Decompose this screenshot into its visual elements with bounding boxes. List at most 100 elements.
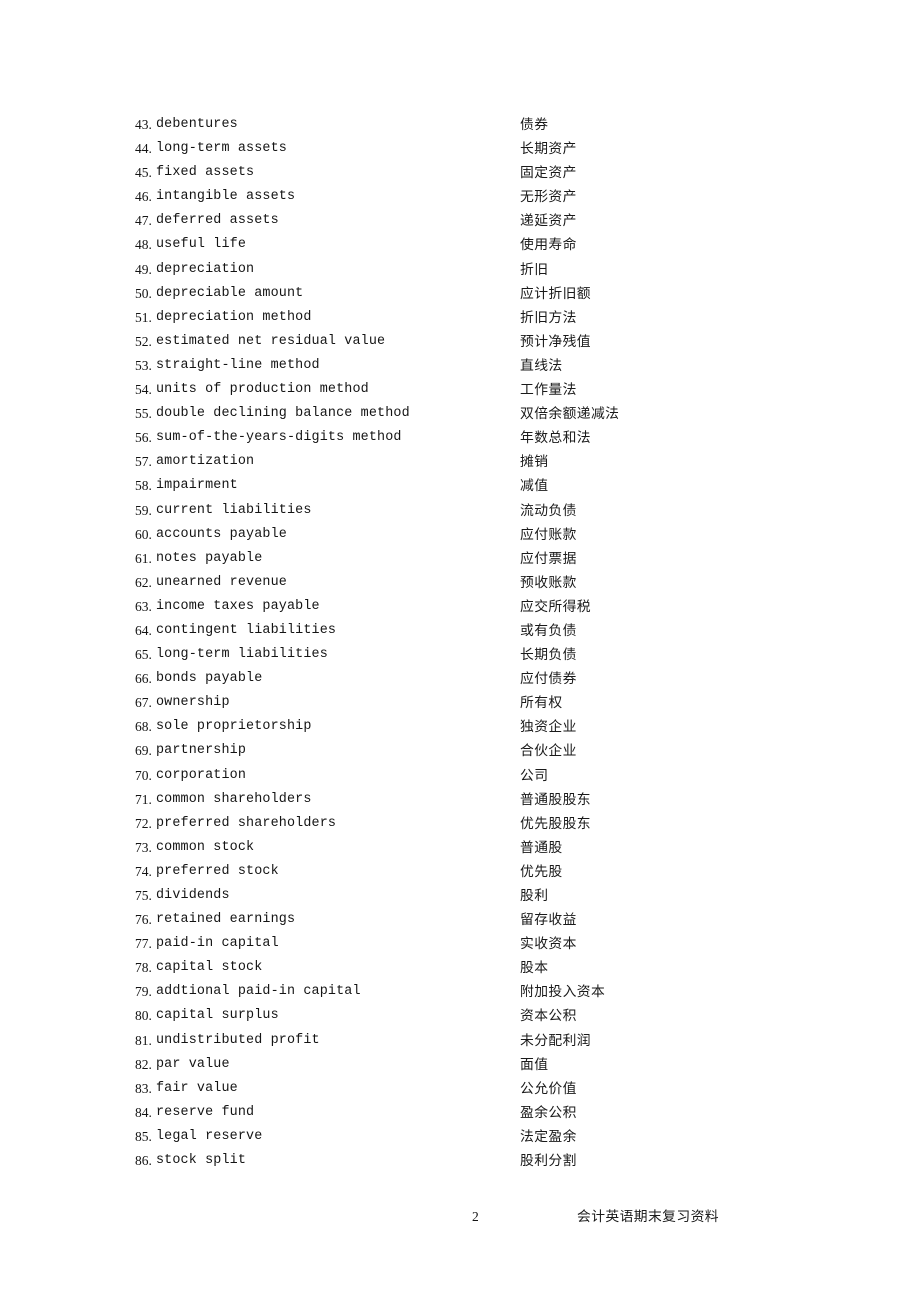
term-english: deferred assets	[156, 213, 279, 229]
term-index: 49.	[135, 261, 152, 277]
term-index: 80.	[135, 1008, 152, 1024]
term-index: 57.	[135, 454, 152, 470]
term-english: stock split	[156, 1153, 247, 1169]
footer-document-title: 会计英语期末复习资料	[577, 1209, 719, 1225]
vocabulary-row: 71. common shareholders 普通股股东	[0, 788, 920, 812]
vocabulary-row: 50. depreciable amount 应计折旧额	[0, 282, 920, 306]
term-chinese: 面值	[520, 1056, 549, 1073]
term-english: depreciation	[156, 261, 255, 277]
vocabulary-row: 55. double declining balance method 双倍余额递减…	[0, 402, 920, 426]
term-index: 55.	[135, 406, 152, 422]
term-index: 64.	[135, 622, 152, 638]
term-index: 73.	[135, 839, 152, 855]
term-chinese: 流动负债	[520, 502, 577, 519]
vocabulary-row: 61. notes payable 应付票据	[0, 547, 920, 571]
vocabulary-row: 79. addtional paid-in capital 附加投入资本	[0, 980, 920, 1004]
vocabulary-row: 82. par value 面值	[0, 1053, 920, 1077]
vocabulary-row: 48. useful life 使用寿命	[0, 233, 920, 257]
term-english: depreciation method	[156, 309, 312, 325]
term-chinese: 固定资产	[520, 165, 577, 182]
term-index: 71.	[135, 791, 152, 807]
term-chinese: 直线法	[520, 357, 563, 374]
vocabulary-row: 78. capital stock 股本	[0, 956, 920, 980]
term-english: dividends	[156, 888, 230, 903]
term-index: 53.	[135, 357, 152, 373]
term-english: current liabilities	[156, 502, 312, 518]
term-english: legal reserve	[156, 1128, 263, 1144]
term-index: 56.	[135, 430, 152, 446]
term-english: useful life	[156, 237, 247, 253]
term-english: undistributed profit	[156, 1032, 320, 1048]
term-index: 54.	[135, 382, 152, 398]
page-footer: 2 会计英语期末复习资料	[0, 1202, 920, 1232]
term-index: 76.	[135, 912, 152, 928]
term-english: retained earnings	[156, 912, 296, 928]
term-english: contingent liabilities	[156, 622, 337, 638]
document-page: 43. debentures 债券 44. long-term assets 长期资产 45…	[0, 0, 920, 1302]
vocabulary-row: 51. depreciation method 折旧方法	[0, 306, 920, 330]
term-index: 77.	[135, 936, 152, 952]
vocabulary-row: 60. accounts payable 应付账款	[0, 523, 920, 547]
vocabulary-row: 52. estimated net residual value 预计净残值	[0, 330, 920, 354]
term-chinese: 折旧方法	[520, 309, 577, 326]
vocabulary-row: 57. amortization 摊销	[0, 450, 920, 474]
vocabulary-row: 85. legal reserve 法定盈余	[0, 1125, 920, 1149]
term-chinese: 股利	[520, 888, 549, 904]
term-index: 44.	[135, 141, 152, 157]
term-english: paid-in capital	[156, 936, 279, 952]
term-english: long-term liabilities	[156, 647, 328, 663]
term-chinese: 合伙企业	[520, 743, 577, 760]
vocabulary-row: 70. corporation 公司	[0, 764, 920, 788]
vocabulary-row: 62. unearned revenue 预收账款	[0, 571, 920, 595]
term-chinese: 摊销	[520, 454, 549, 471]
term-index: 69.	[135, 743, 152, 759]
vocabulary-row: 72. preferred shareholders 优先股股东	[0, 812, 920, 836]
term-chinese: 附加投入资本	[520, 984, 606, 1001]
vocabulary-row: 47. deferred assets 递延资产	[0, 209, 920, 233]
term-chinese: 实收资本	[520, 936, 577, 953]
term-english: corporation	[156, 767, 247, 783]
term-index: 65.	[135, 647, 152, 663]
term-index: 74.	[135, 863, 152, 879]
vocabulary-row: 81. undistributed profit 未分配利润	[0, 1029, 920, 1053]
term-chinese: 未分配利润	[520, 1032, 591, 1049]
term-index: 52.	[135, 333, 152, 349]
term-chinese: 资本公积	[520, 1008, 577, 1025]
term-english: depreciable amount	[156, 285, 304, 301]
term-chinese: 所有权	[520, 695, 563, 712]
term-index: 82.	[135, 1056, 152, 1072]
vocabulary-list: 43. debentures 债券 44. long-term assets 长期资产 45…	[0, 113, 920, 1173]
term-chinese: 折旧	[520, 261, 549, 278]
term-index: 84.	[135, 1104, 152, 1120]
term-chinese: 应交所得税	[520, 598, 591, 615]
vocabulary-row: 59. current liabilities 流动负债	[0, 499, 920, 523]
term-chinese: 使用寿命	[520, 237, 577, 254]
term-english: ownership	[156, 695, 230, 711]
term-index: 43.	[135, 117, 152, 132]
term-english: fair value	[156, 1080, 238, 1096]
vocabulary-row: 66. bonds payable 应付债券	[0, 667, 920, 691]
vocabulary-row: 68. sole proprietorship 独资企业	[0, 715, 920, 739]
term-chinese: 法定盈余	[520, 1128, 577, 1145]
term-chinese: 留存收益	[520, 912, 577, 929]
vocabulary-row: 84. reserve fund 盈余公积	[0, 1101, 920, 1125]
term-chinese: 递延资产	[520, 213, 577, 230]
term-index: 63.	[135, 598, 152, 614]
vocabulary-row: 63. income taxes payable 应交所得税	[0, 595, 920, 619]
term-english: capital stock	[156, 960, 263, 976]
term-chinese: 股本	[520, 960, 549, 977]
term-english: bonds payable	[156, 671, 263, 687]
term-chinese: 应付债券	[520, 671, 577, 688]
term-english: estimated net residual value	[156, 333, 386, 349]
term-index: 86.	[135, 1153, 152, 1169]
term-chinese: 应付票据	[520, 550, 577, 567]
term-chinese: 独资企业	[520, 719, 577, 736]
term-english: impairment	[156, 478, 238, 494]
term-index: 66.	[135, 671, 152, 687]
vocabulary-row: 65. long-term liabilities 长期负债	[0, 643, 920, 667]
term-index: 51.	[135, 309, 152, 325]
term-index: 72.	[135, 815, 152, 831]
vocabulary-row: 46. intangible assets 无形资产	[0, 185, 920, 209]
vocabulary-row: 83. fair value 公允价值	[0, 1077, 920, 1101]
term-index: 78.	[135, 960, 152, 976]
